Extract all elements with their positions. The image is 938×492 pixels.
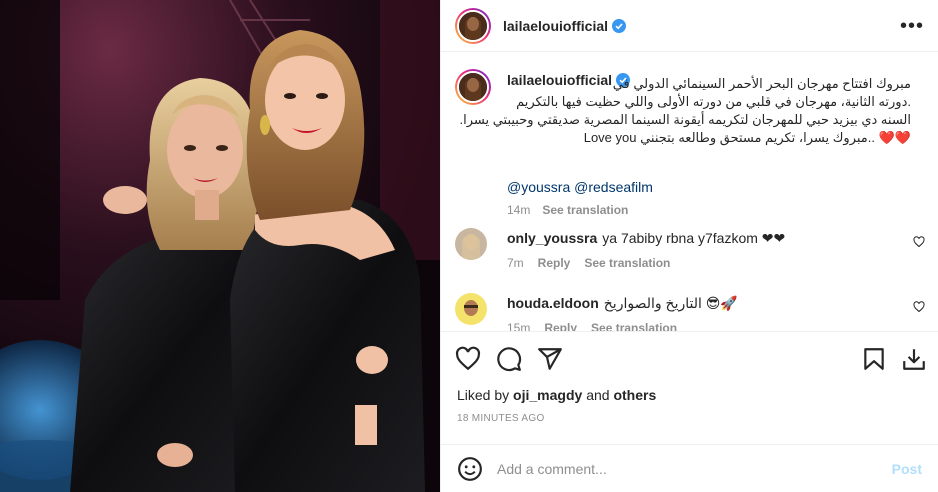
add-comment-bar: Post — [441, 444, 938, 492]
see-translation-link[interactable]: See translation — [542, 203, 628, 217]
reply-button[interactable]: Reply — [544, 321, 577, 331]
caption-line: مبروك افتتاح مهرجان البحر الأحمر السينما… — [612, 76, 911, 91]
caption-mentions[interactable]: @youssra @redseafilm — [507, 179, 653, 195]
comment-meta: 7m Reply See translation — [507, 256, 684, 270]
caption-time[interactable]: 14m — [507, 203, 530, 217]
see-translation-link[interactable]: See translation — [584, 256, 670, 270]
more-options-icon[interactable]: ••• — [900, 16, 924, 36]
verified-badge-icon — [612, 18, 627, 33]
comment-body: التاريخ والصواريخ 😎🚀 — [603, 295, 738, 311]
bookmark-icon[interactable] — [861, 346, 887, 372]
comments-scroll-area[interactable]: lailaelouiofficial مبروك افتتاح مهرجان ا… — [441, 53, 938, 331]
comment-time[interactable]: 7m — [507, 256, 524, 270]
like-comment-heart-icon[interactable] — [913, 301, 925, 313]
download-icon[interactable] — [901, 346, 927, 372]
emoji-icon[interactable] — [457, 456, 483, 482]
post-timestamp[interactable]: 18 MINUTES AGO — [457, 413, 545, 424]
photo-illustration — [0, 0, 440, 492]
caption-meta: 14m See translation — [507, 203, 628, 217]
hearts-emoji: ❤️❤️ — [878, 130, 911, 145]
share-icon[interactable] — [537, 346, 563, 372]
heart-icon[interactable] — [455, 346, 481, 372]
liker-username[interactable]: oji_magdy — [513, 387, 582, 403]
like-comment-heart-icon[interactable] — [913, 236, 925, 248]
post-comment-button[interactable]: Post — [892, 461, 922, 477]
comment-time[interactable]: 15m — [507, 321, 530, 331]
comment-meta: 15m Reply See translation — [507, 321, 691, 331]
commenter-avatar[interactable] — [455, 228, 487, 260]
likes-prefix: Liked by — [457, 387, 510, 403]
likes-summary: Liked by oji_magdy and others — [457, 387, 656, 403]
action-bar — [441, 331, 938, 381]
caption-line: ..مبروك يسرا، تكريم مستحق وطالعه بتجنني … — [583, 130, 875, 145]
commenter-avatar[interactable] — [455, 293, 487, 325]
comment-text-row: only_youssra ya 7abiby rbna y7fazkom ❤❤ — [507, 230, 785, 247]
post-header: lailaelouiofficial ••• — [441, 0, 938, 52]
author-avatar[interactable] — [455, 7, 491, 44]
comment-input[interactable] — [497, 460, 882, 477]
caption-line-last: ❤️❤️ ..مبروك يسرا، تكريم مستحق وطالعه بت… — [507, 129, 911, 147]
caption-line: .دورته الثانية، مهرجان في قلبي من دورته … — [516, 94, 911, 109]
post-photo[interactable] — [0, 0, 440, 492]
post-details-panel: lailaelouiofficial ••• lailaelouiofficia… — [440, 0, 938, 492]
caption-text: مبروك افتتاح مهرجان البحر الأحمر السينما… — [459, 75, 911, 147]
likes-others-link[interactable]: others — [613, 387, 656, 403]
likes-and: and — [586, 387, 610, 403]
comment-text-row: houda.eldoon التاريخ والصواريخ 😎🚀 — [507, 295, 738, 312]
comment-icon[interactable] — [496, 346, 522, 372]
see-translation-link[interactable]: See translation — [591, 321, 677, 331]
caption-line: السنه دي بيزيد حبي للمهرجان لتكريمه أيقو… — [459, 112, 911, 127]
reply-button[interactable]: Reply — [538, 256, 571, 270]
author-username[interactable]: lailaelouiofficial — [503, 18, 608, 34]
caption-avatar[interactable] — [455, 69, 491, 105]
comment-username[interactable]: houda.eldoon — [507, 295, 599, 311]
comment-body: ya 7abiby rbna y7fazkom ❤❤ — [602, 230, 786, 246]
comment-username[interactable]: only_youssra — [507, 230, 597, 246]
